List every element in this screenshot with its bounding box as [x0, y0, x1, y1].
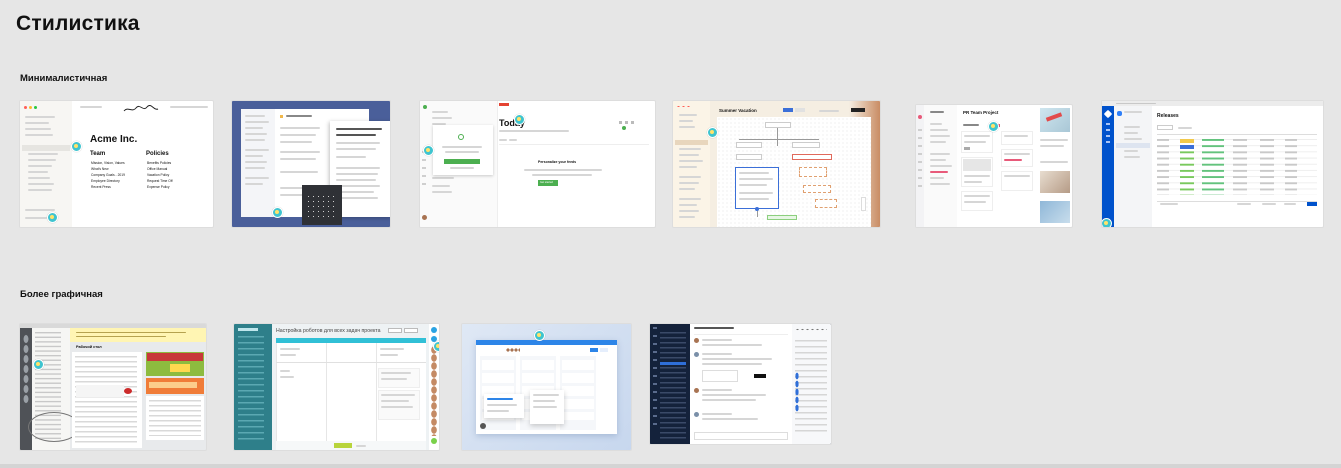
flow-node[interactable]: [736, 142, 762, 148]
hint-badge: [433, 341, 439, 352]
share-button[interactable]: [851, 108, 865, 112]
list-item[interactable]: Office Manual: [147, 167, 167, 171]
thumbnail-dark-chat[interactable]: [650, 324, 831, 444]
desktop-title: Рабочий стол: [76, 345, 102, 349]
top-bar: [70, 328, 206, 342]
zoom-controls[interactable]: [861, 197, 866, 211]
robots-title: Настройка роботов для всех задач проекта: [276, 328, 381, 334]
kanban-card[interactable]: [1001, 171, 1033, 191]
toolbar-icons: [619, 121, 637, 124]
list-item[interactable]: Expense Policy: [147, 185, 170, 189]
get-started-button[interactable]: Get started: [538, 180, 558, 186]
primary-action-button[interactable]: [1307, 202, 1317, 206]
thumbnail-notion[interactable]: Acme Inc. Team Policies Mission, Vision,…: [20, 101, 213, 227]
hint-badge: [33, 359, 44, 370]
kanban-card[interactable]: [1001, 149, 1033, 167]
flow-node[interactable]: [736, 154, 762, 160]
flow-node[interactable]: [799, 167, 827, 177]
hint-badge: [707, 127, 718, 138]
flow-node[interactable]: [803, 185, 831, 193]
today-badge: [499, 103, 509, 106]
releases-title: Releases: [1157, 113, 1179, 119]
policies-heading: Policies: [146, 151, 169, 157]
sidebar-item-selected: [22, 145, 70, 151]
section-title-graphic: Более графичная: [20, 289, 103, 300]
flow-node[interactable]: [792, 142, 820, 148]
save-button[interactable]: [334, 443, 352, 448]
kanban-card-image[interactable]: [1040, 171, 1070, 193]
list-item[interactable]: Vacation Policy: [147, 173, 169, 177]
hint-badge: [423, 145, 434, 156]
flow-node-highlight[interactable]: [792, 154, 832, 160]
list-item[interactable]: Request Time Off: [147, 179, 173, 183]
bottom-divider: [0, 464, 1341, 468]
search-input[interactable]: [1157, 125, 1173, 130]
sidebar-icons: [1106, 123, 1110, 143]
view-toggle[interactable]: [783, 108, 793, 112]
flow-node[interactable]: [765, 122, 791, 128]
flow-title: Summer Vacation: [719, 108, 757, 113]
header-button[interactable]: [404, 328, 418, 333]
list-item[interactable]: Benefits Policies: [147, 161, 171, 165]
hint-badge: [514, 114, 525, 125]
kanban-card-image[interactable]: [1040, 201, 1070, 223]
hint-badge: [1102, 218, 1112, 227]
hint-badge: [534, 330, 545, 341]
page-title: Стилистика: [16, 12, 140, 35]
sidebar-icons: [23, 334, 29, 404]
list-item[interactable]: Employee Directory: [91, 179, 120, 183]
thumbnail-task-manager[interactable]: [232, 101, 390, 227]
window-controls: [24, 106, 38, 110]
team-heading: Team: [90, 151, 106, 157]
thumbnail-bitrix[interactable]: Рабочий стол: [20, 324, 206, 450]
list-item[interactable]: Recent Press: [91, 185, 111, 189]
topbar: [80, 106, 102, 108]
empty-title: Personalize your feeds: [538, 160, 577, 164]
list-item[interactable]: Mission, Vision, Values: [91, 161, 125, 165]
hint-badge: [71, 141, 82, 152]
thumbnail-today[interactable]: Today Personalize your feeds Get started: [420, 101, 655, 227]
kanban-card[interactable]: [1001, 131, 1033, 145]
page-heading: Acme Inc.: [90, 134, 138, 145]
add-button[interactable]: [590, 348, 598, 352]
list-item[interactable]: What's New: [91, 167, 108, 171]
hint-badge: [988, 121, 999, 132]
flow-node[interactable]: [767, 215, 797, 220]
chat-panel: [690, 324, 792, 444]
thumbnail-robots[interactable]: Настройка роботов для всех задач проекта: [234, 324, 439, 450]
message-input[interactable]: [694, 432, 788, 440]
thumbnail-releases[interactable]: Releases: [1102, 101, 1323, 227]
app-header: [476, 340, 617, 345]
sidebar-icons: [422, 151, 426, 191]
scribble-icon: [123, 101, 159, 112]
kanban-card-image[interactable]: [1040, 108, 1070, 132]
flow-node[interactable]: [815, 199, 837, 208]
hint-badge: [272, 207, 283, 218]
thumbnail-vacation-flow[interactable]: Summer Vacation: [673, 101, 880, 227]
list-item[interactable]: Company Goals - 2019: [91, 173, 125, 177]
thumbnail-project-board[interactable]: PR Team Project: [916, 105, 1072, 227]
header-button[interactable]: [388, 328, 402, 333]
sidebar-icons: [918, 129, 922, 189]
card-primary-button[interactable]: [444, 159, 480, 164]
section-title-minimal: Минималистичная: [20, 73, 108, 84]
hint-badge: [47, 212, 58, 223]
thumbnail-kanban[interactable]: [462, 324, 631, 450]
board-title: PR Team Project: [963, 110, 999, 115]
calendar-grid: [306, 194, 338, 220]
